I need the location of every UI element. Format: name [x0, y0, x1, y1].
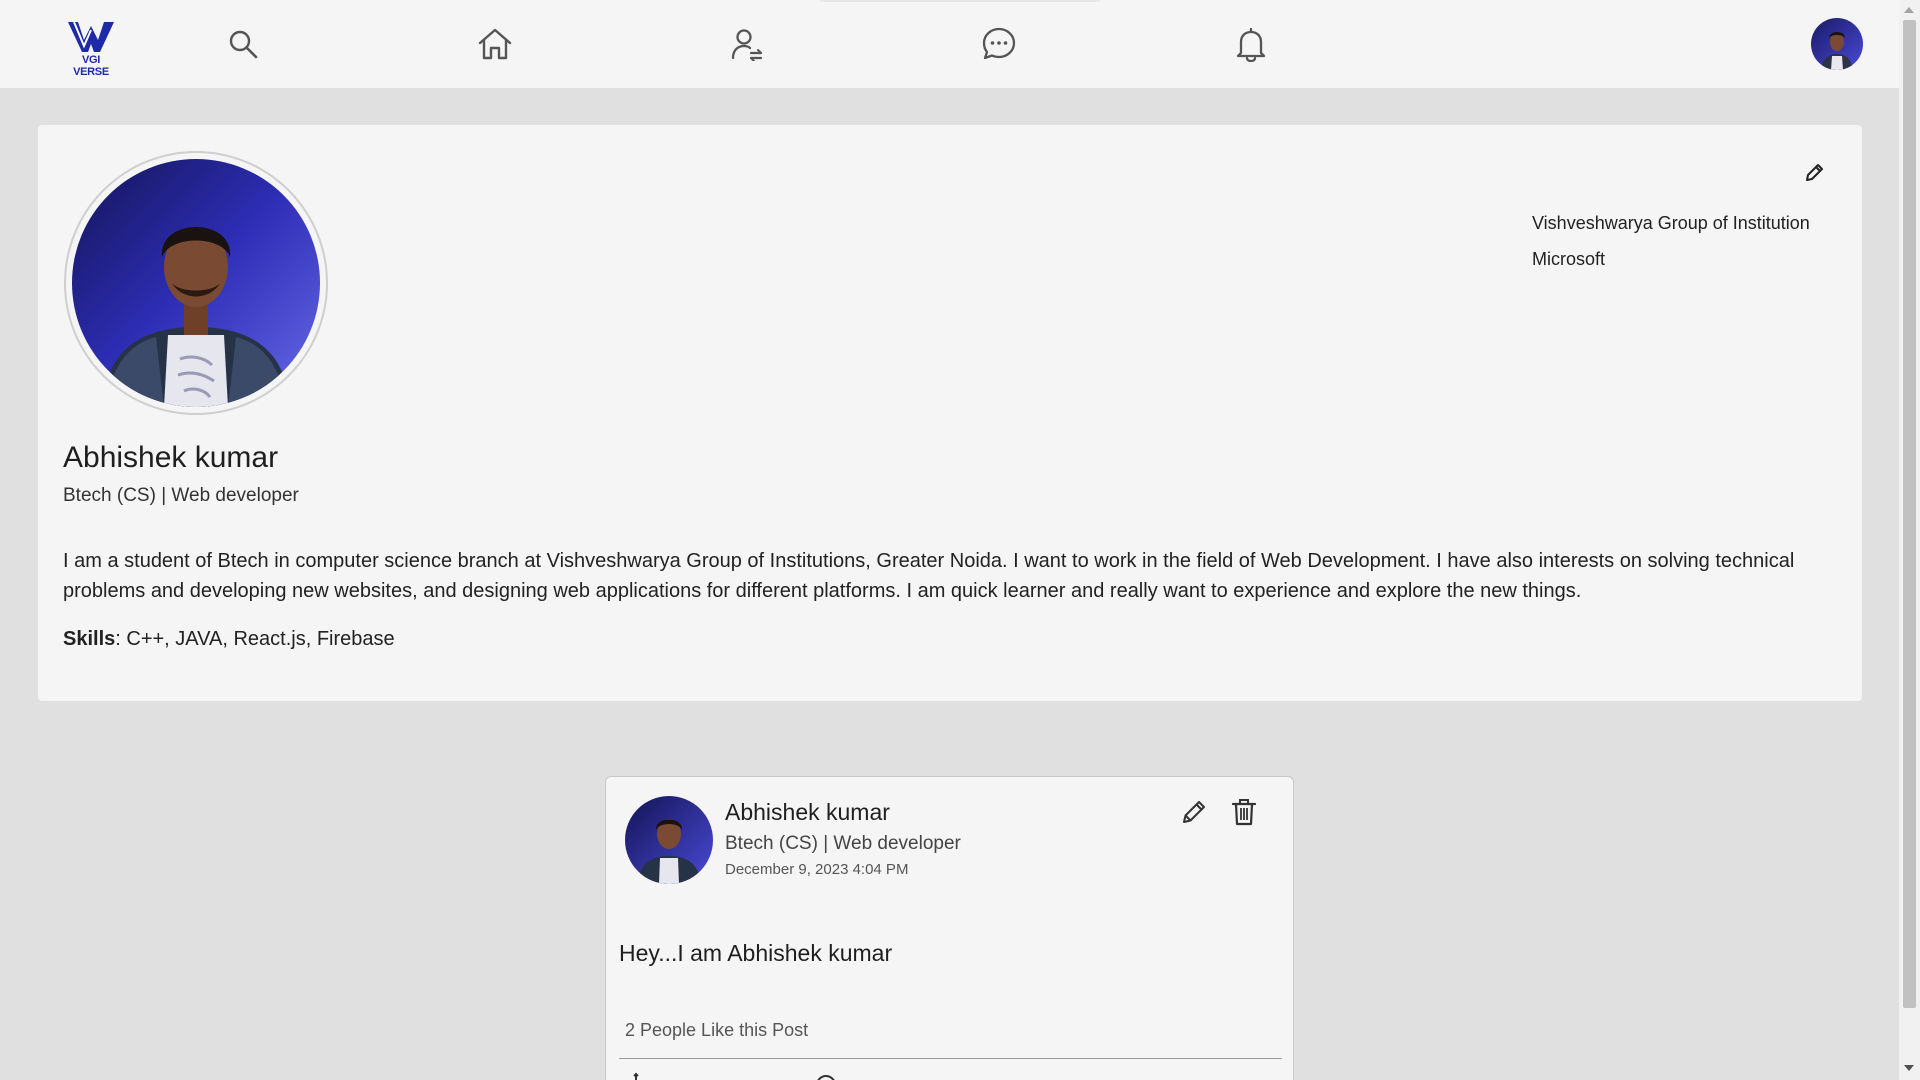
profile-avatar	[64, 151, 328, 415]
scrollbar-thumb[interactable]	[1903, 20, 1916, 1008]
organization-college: Vishveshwarya Group of Institution	[1532, 213, 1810, 233]
profile-photo	[72, 159, 320, 407]
like-icon[interactable]	[628, 1071, 648, 1080]
scroll-down-arrow-icon[interactable]	[1904, 1065, 1914, 1071]
logo-text: VGI VERSE	[73, 54, 109, 78]
skills-label: Skills	[63, 628, 116, 650]
profile-name: Abhishek kumar	[63, 441, 279, 474]
organization-company: Microsoft	[1532, 249, 1606, 269]
top-handle	[820, 0, 1100, 2]
profile-skills: Skills: C++, JAVA, React.js, Firebase	[63, 628, 395, 651]
edit-profile-icon[interactable]	[1802, 161, 1826, 185]
post-divider	[619, 1058, 1282, 1059]
post-author-name[interactable]: Abhishek kumar	[725, 799, 890, 826]
page-scrollbar[interactable]	[1899, 0, 1920, 1080]
organization-list: Vishveshwarya Group of Institution Micro…	[1532, 205, 1810, 277]
home-icon[interactable]	[475, 24, 515, 64]
post-text: Hey...I am Abhishek kumar	[619, 940, 893, 966]
connections-icon[interactable]	[727, 24, 767, 64]
post-card: Abhishek kumar Btech (CS) | Web develope…	[605, 776, 1294, 1080]
post-timestamp: December 9, 2023 4:04 PM	[725, 861, 909, 878]
top-navbar: VGI VERSE	[0, 0, 1899, 88]
logo-mark-icon	[68, 21, 114, 52]
post-author-avatar[interactable]	[625, 796, 713, 884]
profile-headline: Btech (CS) | Web developer	[63, 485, 299, 506]
profile-about: I am a student of Btech in computer scie…	[63, 550, 1795, 602]
search-icon[interactable]	[223, 24, 263, 64]
notifications-icon[interactable]	[1231, 24, 1271, 64]
comment-icon[interactable]	[816, 1071, 836, 1080]
post-author-headline: Btech (CS) | Web developer	[725, 833, 961, 854]
app-logo[interactable]: VGI VERSE	[64, 18, 118, 78]
delete-post-icon[interactable]	[1230, 797, 1258, 827]
messages-icon[interactable]	[979, 24, 1019, 64]
edit-post-icon[interactable]	[1179, 797, 1209, 827]
post-likes-count[interactable]: 2 People Like this Post	[625, 1020, 808, 1041]
skills-list: : C++, JAVA, React.js, Firebase	[115, 628, 395, 650]
profile-card: Vishveshwarya Group of Institution Micro…	[38, 125, 1862, 701]
scroll-up-arrow-icon[interactable]	[1904, 7, 1914, 13]
user-avatar[interactable]	[1811, 18, 1863, 70]
